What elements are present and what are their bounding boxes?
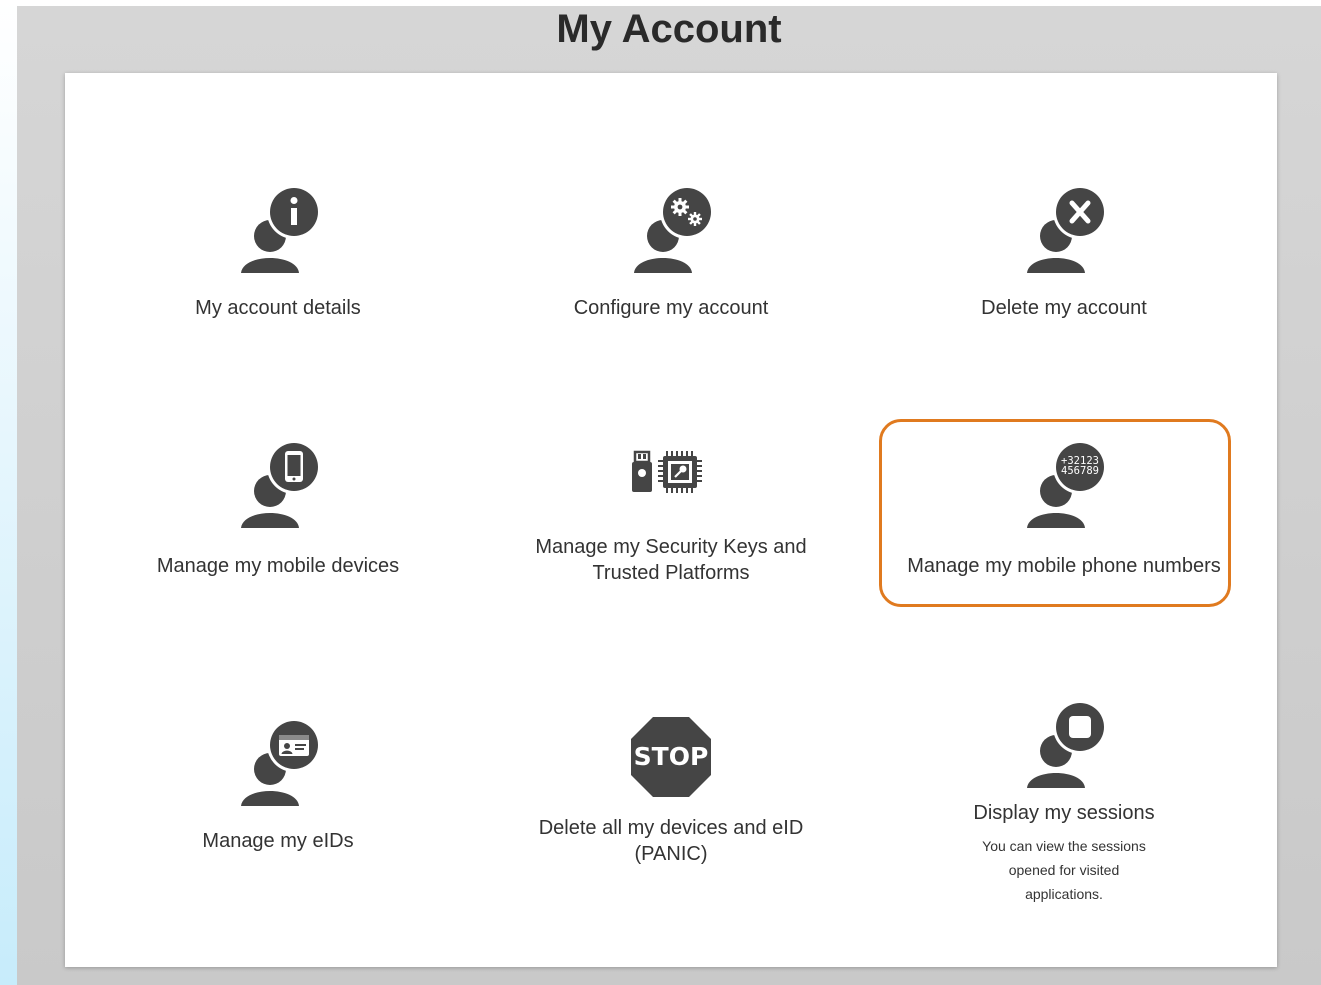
manage-phone-numbers-tile[interactable]: +32123 456789 Manage my mobile phone num… <box>894 438 1234 598</box>
page-frame: My Account My account details Configure … <box>17 6 1321 985</box>
user-x-icon <box>1027 185 1107 273</box>
tile-label: Manage my mobile devices <box>156 555 400 577</box>
my-account-details-tile[interactable]: My account details <box>108 183 448 323</box>
tile-label: Configure my account <box>573 297 769 319</box>
page-title: My Account <box>556 7 782 51</box>
stop-sign-icon: STOP <box>631 717 711 797</box>
delete-my-account-tile[interactable]: Delete my account <box>894 183 1234 323</box>
panic-delete-all-tile[interactable]: STOP Delete all my devices and eID (PANI… <box>501 713 841 873</box>
account-menu-card: My account details Configure my account … <box>65 73 1277 967</box>
tile-label: Manage my eIDs <box>202 830 354 852</box>
tile-label: Display my sessions <box>973 802 1155 824</box>
tile-label: My account details <box>195 297 361 319</box>
manage-eids-tile[interactable]: Manage my eIDs <box>108 716 448 856</box>
manage-security-keys-tile[interactable]: Manage my Security Keys and Trusted Plat… <box>501 443 841 613</box>
display-sessions-tile[interactable]: Display my sessions You can view the ses… <box>894 698 1234 902</box>
phone-number-line-2: 456789 <box>1061 465 1099 477</box>
tile-label: Delete my account <box>981 297 1147 319</box>
manage-mobile-devices-tile[interactable]: Manage my mobile devices <box>108 438 448 598</box>
tile-label: Delete all my devices and eID (PANIC) <box>538 817 804 865</box>
stop-sign-text: STOP <box>634 742 709 771</box>
user-gears-icon <box>634 185 714 273</box>
configure-my-account-tile[interactable]: Configure my account <box>501 183 841 323</box>
tile-label: Manage my Security Keys and Trusted Plat… <box>535 536 807 584</box>
security-key-chip-icon <box>632 450 702 493</box>
tile-description: You can view the sessions opened for vis… <box>982 838 1146 902</box>
user-id-card-icon <box>241 718 321 806</box>
user-info-icon <box>241 185 321 273</box>
tile-label: Manage my mobile phone numbers <box>907 555 1221 577</box>
user-phone-number-icon: +32123 456789 <box>1027 440 1107 528</box>
user-session-icon <box>1027 700 1107 788</box>
user-phone-icon <box>241 440 321 528</box>
